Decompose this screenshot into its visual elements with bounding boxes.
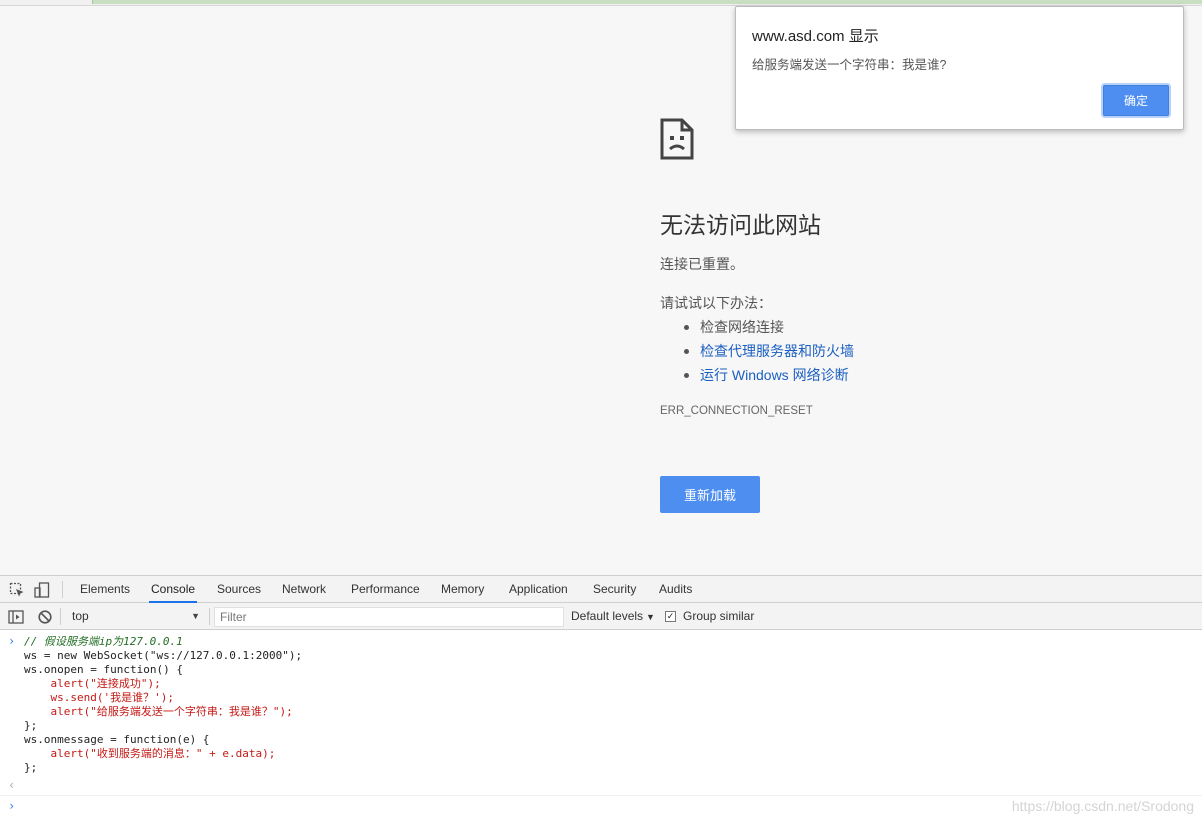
suggestions-list: 检查网络连接 检查代理服务器和防火墙 运行 Windows 网络诊断 xyxy=(660,316,854,388)
tab-elements[interactable]: Elements xyxy=(78,576,132,603)
suggestion-check-network: 检查网络连接 xyxy=(660,316,854,340)
context-selector[interactable]: top ▼ xyxy=(66,607,206,626)
tab-security[interactable]: Security xyxy=(591,576,638,603)
alert-dialog: www.asd.com 显示 给服务端发送一个字符串：我是谁? 确定 xyxy=(735,6,1184,130)
input-prompt-icon: › xyxy=(8,634,16,648)
sad-page-icon xyxy=(660,118,694,160)
console-divider xyxy=(0,795,1202,796)
tab-memory[interactable]: Memory xyxy=(439,576,486,603)
input-prompt-icon[interactable]: › xyxy=(8,799,15,813)
code-line: ws.onmessage = function(e) { xyxy=(24,733,210,746)
code-line: alert("收到服务端的消息：" + e.data); xyxy=(24,747,276,760)
toolbar-separator xyxy=(62,581,63,598)
code-line: alert("给服务端发送一个字符串：我是谁？"); xyxy=(24,705,293,718)
code-line: ws = new WebSocket("ws://127.0.0.1:2000"… xyxy=(24,649,303,662)
code-line: }; xyxy=(24,761,38,774)
error-subtitle: 连接已重置。 xyxy=(660,256,744,272)
code-line: // 假设服务端ip为127.0.0.1 xyxy=(24,635,183,648)
dialog-ok-button[interactable]: 确定 xyxy=(1103,85,1169,116)
dialog-message: 给服务端发送一个字符串：我是谁? xyxy=(752,58,947,72)
console-filter-input[interactable] xyxy=(214,607,564,627)
suggestions-label: 请试试以下办法： xyxy=(660,295,772,311)
code-line: }; xyxy=(24,719,38,732)
return-value-icon: ‹ xyxy=(8,778,16,792)
code-line: ws.send('我是谁？'); xyxy=(24,691,174,704)
reload-button[interactable]: 重新加载 xyxy=(660,476,760,513)
group-similar-checkbox[interactable]: ✓ xyxy=(665,611,676,622)
device-toolbar-icon[interactable] xyxy=(34,582,50,598)
tab-audits[interactable]: Audits xyxy=(657,576,694,603)
tab-application[interactable]: Application xyxy=(507,576,570,603)
devtools-panel: Elements Console Sources Network Perform… xyxy=(0,575,1202,825)
code-line: ws.onopen = function() { xyxy=(24,663,183,676)
tab-network[interactable]: Network xyxy=(280,576,328,603)
suggestion-check-proxy-link[interactable]: 检查代理服务器和防火墙 xyxy=(660,340,854,364)
tab-sources[interactable]: Sources xyxy=(215,576,263,603)
error-title: 无法访问此网站 xyxy=(660,212,821,238)
toolbar-separator xyxy=(60,608,61,625)
page-load-bar xyxy=(92,0,1202,4)
error-code: ERR_CONNECTION_RESET xyxy=(660,405,813,417)
console-toolbar: top ▼ Default levels▼ ✓ Group similar xyxy=(0,603,1202,630)
devtools-tab-bar: Elements Console Sources Network Perform… xyxy=(0,575,1202,603)
console-code-block: // 假设服务端ip为127.0.0.1 ws = new WebSocket(… xyxy=(24,635,302,775)
dropdown-arrow-icon: ▼ xyxy=(191,611,200,621)
watermark: https://blog.csdn.net/Srodong xyxy=(1011,798,1194,814)
log-levels-label: Default levels xyxy=(571,609,644,623)
console-output[interactable]: › // 假设服务端ip为127.0.0.1 ws = new WebSocke… xyxy=(0,631,1202,825)
tab-performance[interactable]: Performance xyxy=(349,576,422,603)
toolbar-separator xyxy=(209,608,210,625)
dialog-title: www.asd.com 显示 xyxy=(752,28,879,45)
code-line: alert("连接成功"); xyxy=(24,677,161,690)
context-selector-value: top xyxy=(72,609,89,623)
log-levels-dropdown[interactable]: Default levels ▼ xyxy=(571,603,655,630)
clear-console-icon[interactable] xyxy=(37,609,53,625)
show-sidebar-icon[interactable] xyxy=(8,609,24,625)
dropdown-arrow-icon: ▼ xyxy=(646,612,655,622)
tab-console[interactable]: Console xyxy=(149,576,198,603)
suggestion-run-diagnostics-link[interactable]: 运行 Windows 网络诊断 xyxy=(660,364,854,388)
inspect-element-icon[interactable] xyxy=(9,582,25,598)
group-similar-label: Group similar xyxy=(683,609,755,623)
